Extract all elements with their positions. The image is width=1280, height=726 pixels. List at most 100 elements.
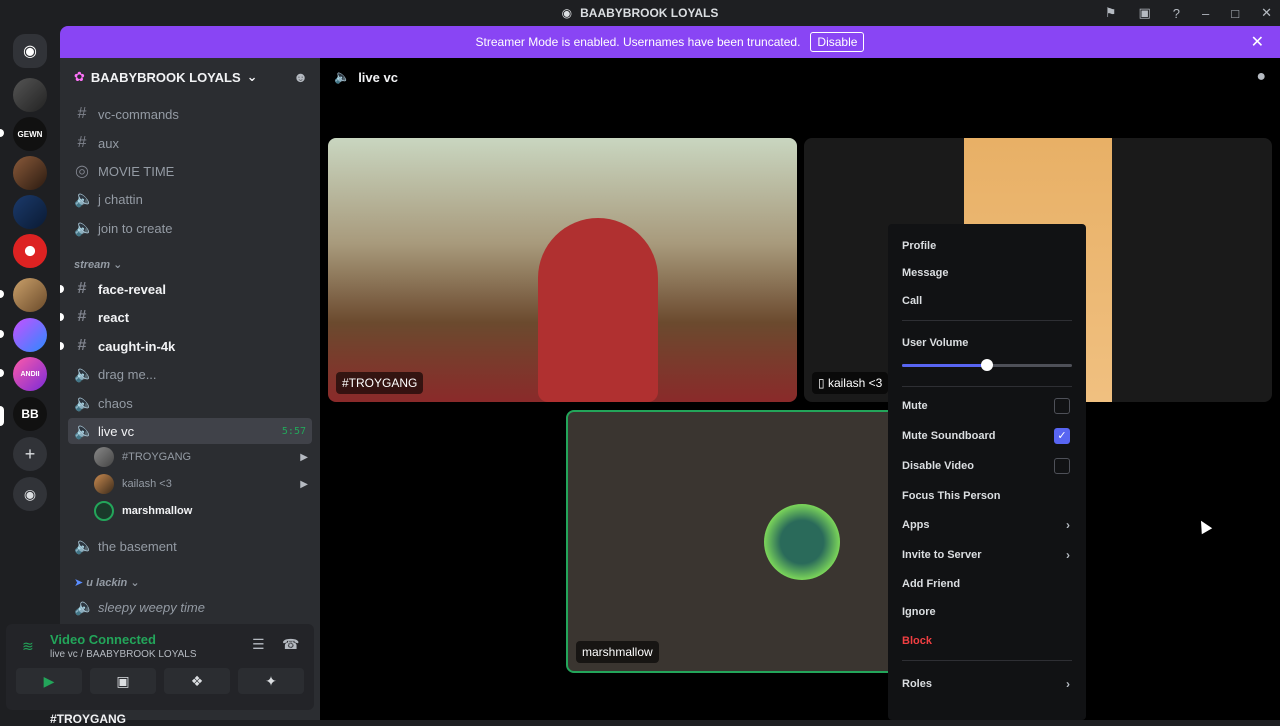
menu-label: Mute Soundboard	[902, 430, 996, 442]
menu-ignore[interactable]: Ignore	[896, 598, 1076, 626]
unread-indicator	[0, 290, 4, 298]
chevron-down-icon: ⌄	[246, 69, 258, 84]
menu-add-friend[interactable]: Add Friend	[896, 570, 1076, 598]
server-icon-8[interactable]: ANDII	[13, 357, 47, 391]
channel-sleepy-weepy-time[interactable]: 🔈 sleepy weepy time	[68, 594, 312, 620]
menu-label: Mute	[902, 400, 928, 412]
channel-sidebar: ✿ BAABYBROOK LOYALS ⌄ ☻ # vc-commands # au…	[60, 58, 320, 720]
video-tile-troygang[interactable]: #TROYGANG	[328, 138, 797, 402]
minimize-icon[interactable]: –	[1202, 6, 1209, 21]
voice-status[interactable]: Video Connected	[50, 632, 156, 647]
soundboard-button[interactable]: ✦	[238, 668, 304, 694]
channel-label: MOVIE TIME	[98, 163, 175, 179]
maximize-icon[interactable]: □	[1231, 6, 1239, 21]
screen-share-icon[interactable]: ▣	[1138, 5, 1150, 21]
category-u-lackin[interactable]: ➤ u lackin ⌄	[74, 576, 140, 589]
channel-label: aux	[98, 135, 119, 151]
slider-knob[interactable]	[981, 359, 993, 371]
voice-user-troygang[interactable]: #TROYGANG ▶	[94, 445, 308, 469]
menu-block[interactable]: Block	[896, 627, 1076, 655]
speaker-icon: 🔈	[74, 538, 94, 555]
channel-movie-time[interactable]: ◎ MOVIE TIME	[68, 158, 312, 184]
speaker-icon: 🔈	[334, 69, 351, 84]
chevron-right-icon: ›	[1066, 548, 1070, 562]
menu-invite[interactable]: Invite to Server ›	[896, 541, 1076, 569]
server-icon-2[interactable]: GEWN	[13, 117, 47, 151]
user-volume-slider[interactable]	[902, 359, 1072, 371]
chevron-right-icon: ›	[1066, 677, 1070, 691]
menu-call[interactable]: Call	[896, 287, 1076, 315]
channel-join-to-create[interactable]: 🔈 join to create	[68, 215, 312, 241]
server-icon-7[interactable]	[13, 318, 47, 352]
close-banner-icon[interactable]: ✕	[1251, 32, 1264, 52]
voice-user-marshmallow[interactable]: marshmallow	[94, 499, 308, 523]
server-icon-1[interactable]	[13, 78, 47, 112]
mute-soundboard-checkbox[interactable]: ✓	[1054, 428, 1070, 444]
voice-user-kailash[interactable]: kailash <3 ▶	[94, 472, 308, 496]
channel-the-basement[interactable]: 🔈 the basement	[68, 533, 312, 559]
user-context-menu: Profile Message Call User Volume Mute Mu…	[888, 224, 1086, 720]
menu-message[interactable]: Message	[896, 259, 1076, 287]
speaker-icon: 🔈	[74, 599, 94, 616]
server-icon-6[interactable]	[13, 278, 47, 312]
video-camera-icon: ▶	[300, 478, 308, 490]
menu-mute[interactable]: Mute	[896, 392, 1076, 420]
channel-title: live vc	[358, 69, 398, 85]
mute-checkbox[interactable]	[1054, 398, 1070, 414]
channel-react[interactable]: # react	[60, 304, 312, 330]
server-icon-3[interactable]	[13, 156, 47, 190]
avatar	[94, 447, 114, 467]
chat-icon[interactable]: ●	[1256, 68, 1266, 86]
home-discord-icon[interactable]: ◉	[13, 34, 47, 68]
disable-streamer-button[interactable]: Disable	[810, 32, 865, 52]
video-camera-icon: ▶	[300, 451, 308, 463]
speaker-icon: 🔈	[74, 395, 94, 412]
menu-roles[interactable]: Roles ›	[896, 670, 1076, 698]
channel-aux[interactable]: # aux	[68, 130, 312, 156]
server-header[interactable]: ✿ BAABYBROOK LOYALS ⌄ ☻	[60, 58, 320, 96]
disconnect-icon[interactable]: ☎	[282, 636, 299, 653]
menu-disable-video[interactable]: Disable Video	[896, 452, 1076, 480]
channel-label: drag me...	[98, 366, 157, 382]
voice-user-name: kailash <3	[122, 478, 172, 490]
noise-suppression-icon[interactable]: ☰	[252, 636, 265, 653]
voice-location[interactable]: live vc / BAABYBROOK LOYALS	[50, 649, 197, 660]
channel-caught-in-4k[interactable]: # caught-in-4k	[60, 333, 312, 359]
disable-video-checkbox[interactable]	[1054, 458, 1070, 474]
channel-label: the basement	[98, 538, 177, 554]
menu-label: Add Friend	[902, 578, 961, 590]
close-window-icon[interactable]: ✕	[1261, 5, 1272, 21]
category-stream[interactable]: stream ⌄	[74, 258, 122, 271]
server-icon-baabybrook[interactable]: BB	[13, 397, 47, 431]
flag-icon[interactable]: ⚑	[1105, 5, 1117, 21]
menu-mute-soundboard[interactable]: Mute Soundboard ✓	[896, 422, 1076, 450]
channel-vc-commands[interactable]: # vc-commands	[68, 101, 312, 127]
screen-share-button[interactable]: ▣	[90, 668, 156, 694]
speaker-icon: 🔈	[74, 366, 94, 383]
video-camera-icon: ▶	[43, 672, 55, 689]
server-icon-5[interactable]	[13, 234, 47, 268]
server-icon-4[interactable]	[13, 195, 47, 229]
channel-live-vc[interactable]: 🔈 live vc 5:57	[68, 418, 312, 444]
speaker-icon: 🔈	[74, 423, 94, 440]
camera-button[interactable]: ▶	[16, 668, 82, 694]
explore-compass-icon[interactable]: ◉	[13, 477, 47, 511]
webcam-feed-placeholder	[538, 218, 658, 402]
menu-apps[interactable]: Apps ›	[896, 511, 1076, 539]
menu-profile[interactable]: Profile	[896, 232, 1076, 260]
help-icon[interactable]: ?	[1173, 6, 1180, 21]
menu-focus[interactable]: Focus This Person	[896, 482, 1076, 510]
activities-button[interactable]: ❖	[164, 668, 230, 694]
channel-drag-me[interactable]: 🔈 drag me...	[68, 361, 312, 387]
channel-chaos[interactable]: 🔈 chaos	[68, 390, 312, 416]
invite-people-icon[interactable]: ☻	[293, 69, 308, 85]
unread-indicator	[60, 285, 64, 293]
title-bar: ◉ BAABYBROOK LOYALS ⚑ ▣ ? – □ ✕	[0, 0, 1280, 26]
channel-j-chattin[interactable]: 🔈 j chattin	[68, 186, 312, 212]
user-panel-name: #TROYGANG	[50, 712, 127, 726]
hashtag-icon: #	[77, 134, 87, 151]
channel-face-reveal[interactable]: # face-reveal	[60, 276, 312, 302]
menu-label: Apps	[902, 519, 930, 531]
add-server-icon[interactable]: +	[13, 437, 47, 471]
channel-header: 🔈 live vc ●	[320, 58, 1280, 96]
